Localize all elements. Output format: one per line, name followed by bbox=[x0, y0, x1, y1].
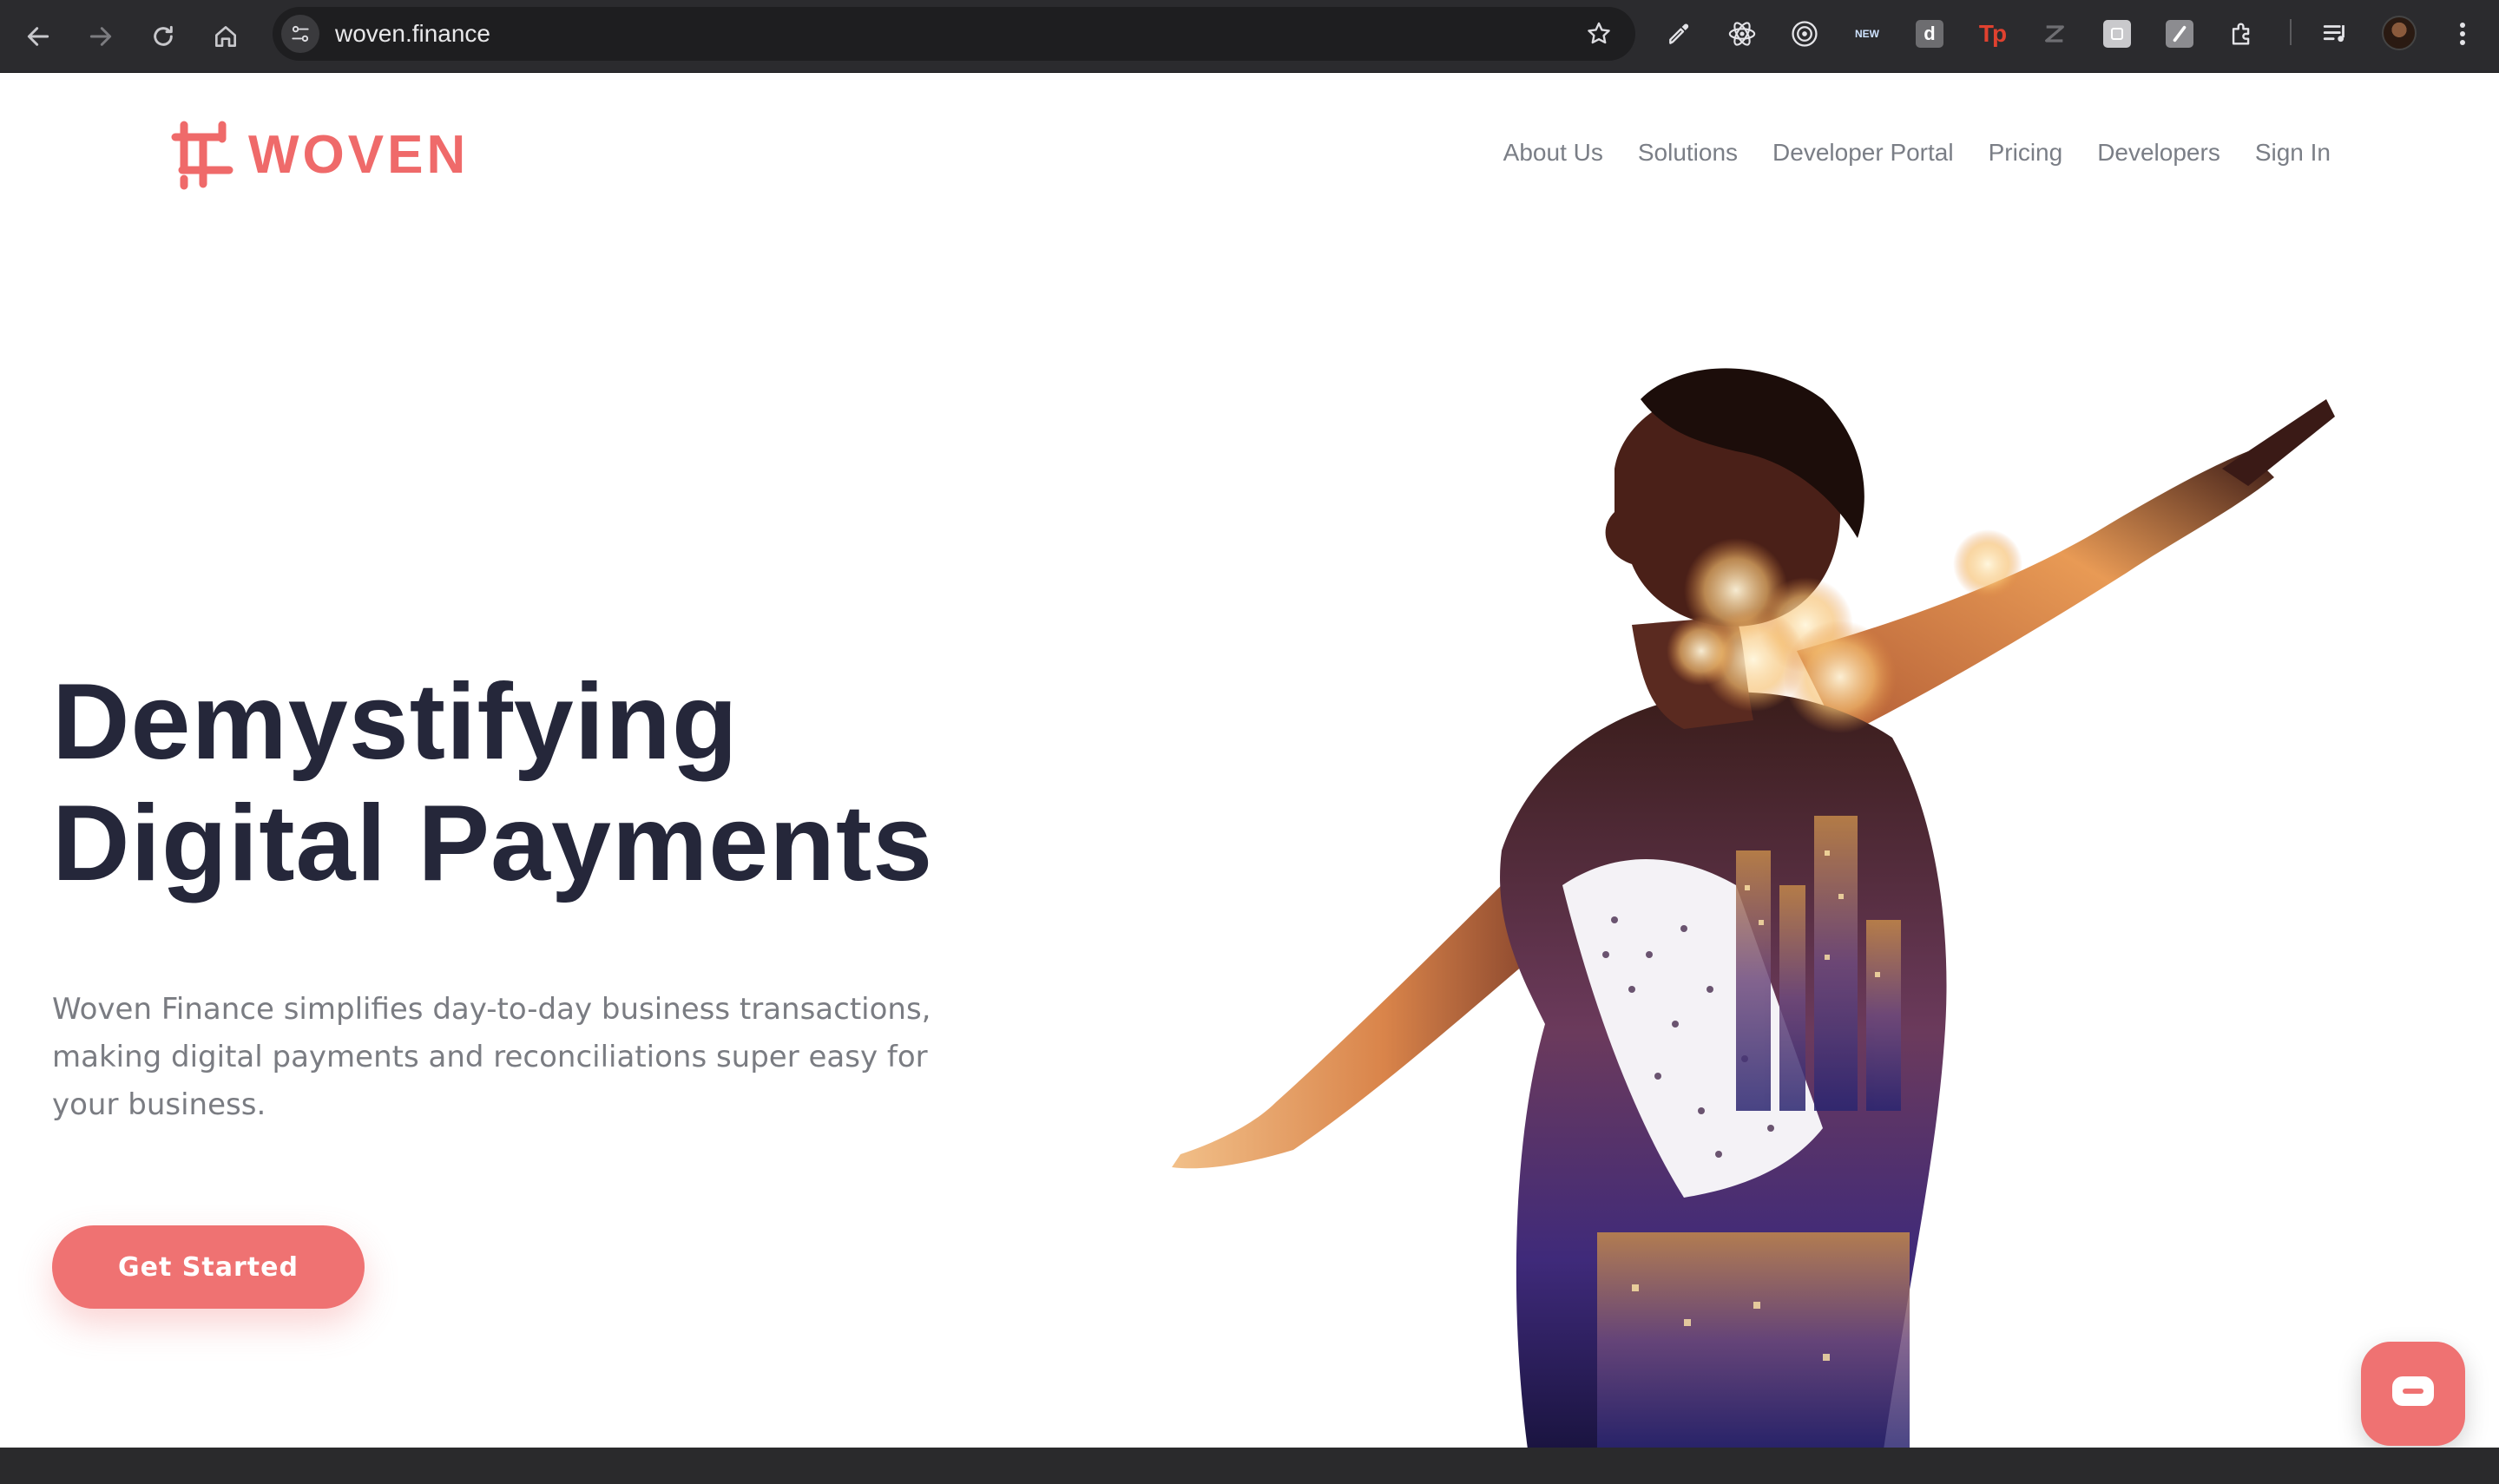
toolbar-divider bbox=[2290, 19, 2292, 45]
site-settings-button[interactable] bbox=[281, 15, 319, 53]
nav-about-us[interactable]: About Us bbox=[1503, 139, 1603, 167]
browser-toolbar: woven.finance NEW d Tp bbox=[0, 0, 2499, 73]
tp-extension-label: Tp bbox=[1978, 20, 2007, 47]
profile-avatar[interactable] bbox=[2382, 16, 2417, 50]
hero-subtitle-line-2: making digital payments and reconciliati… bbox=[52, 1040, 928, 1074]
address-bar[interactable]: woven.finance bbox=[273, 7, 1635, 61]
hero-subtitle: Woven Finance simplifies day-to-day busi… bbox=[52, 986, 1050, 1129]
puzzle-icon[interactable] bbox=[2226, 17, 2259, 50]
eyedropper-icon[interactable] bbox=[1663, 17, 1696, 50]
nav-sign-in[interactable]: Sign In bbox=[2255, 139, 2331, 167]
more-menu-icon[interactable] bbox=[2446, 17, 2479, 50]
hero-title: Demystifying Digital Payments bbox=[52, 661, 933, 904]
slash-extension-icon[interactable] bbox=[2163, 17, 2196, 50]
nav-developer-portal[interactable]: Developer Portal bbox=[1772, 139, 1954, 167]
footer-strip bbox=[0, 1448, 2499, 1484]
z-extension-icon[interactable] bbox=[2038, 17, 2071, 50]
arrow-left-icon bbox=[27, 27, 49, 46]
nav-pricing[interactable]: Pricing bbox=[1989, 139, 2063, 167]
hero-subtitle-line-1: Woven Finance simplifies day-to-day busi… bbox=[52, 992, 931, 1027]
reload-button[interactable] bbox=[142, 16, 184, 57]
woven-wordmark: WOVEN bbox=[248, 124, 470, 185]
nav-solutions[interactable]: Solutions bbox=[1638, 139, 1738, 167]
nav-developers[interactable]: Developers bbox=[2097, 139, 2220, 167]
woven-logo-mark-icon bbox=[171, 121, 233, 190]
chat-widget-button[interactable] bbox=[2361, 1342, 2465, 1446]
url-text[interactable]: woven.finance bbox=[335, 7, 490, 61]
reload-icon bbox=[154, 25, 173, 46]
main-navigation: About Us Solutions Developer Portal Pric… bbox=[1503, 139, 2331, 167]
home-icon bbox=[215, 26, 236, 47]
hero-title-line-1: Demystifying bbox=[52, 662, 739, 782]
new-badge-icon[interactable]: NEW bbox=[1851, 17, 1884, 50]
new-badge-text: NEW bbox=[1855, 28, 1879, 40]
arrow-right-icon bbox=[89, 27, 112, 46]
hero-woman-city-image bbox=[1172, 368, 2335, 1449]
get-started-button[interactable]: Get Started bbox=[52, 1225, 365, 1309]
playlist-icon[interactable] bbox=[2319, 17, 2352, 50]
forward-button[interactable] bbox=[80, 16, 122, 57]
d-extension-icon[interactable]: d bbox=[1913, 17, 1946, 50]
hero-subtitle-line-3: your business. bbox=[52, 1087, 266, 1122]
react-devtools-icon[interactable] bbox=[1726, 17, 1759, 50]
hero-title-line-2: Digital Payments bbox=[52, 784, 934, 903]
chat-bubble-icon bbox=[2392, 1376, 2434, 1406]
d-extension-label: d bbox=[1916, 20, 1943, 48]
tp-extension-icon[interactable]: Tp bbox=[1976, 17, 2009, 50]
back-button[interactable] bbox=[17, 16, 59, 57]
woven-logo[interactable]: WOVEN bbox=[168, 118, 469, 191]
target-icon[interactable] bbox=[1788, 17, 1821, 50]
square-extension-icon[interactable] bbox=[2101, 17, 2134, 50]
bookmark-star-icon[interactable] bbox=[1585, 20, 1613, 48]
tune-icon bbox=[292, 25, 309, 43]
home-button[interactable] bbox=[205, 16, 247, 57]
